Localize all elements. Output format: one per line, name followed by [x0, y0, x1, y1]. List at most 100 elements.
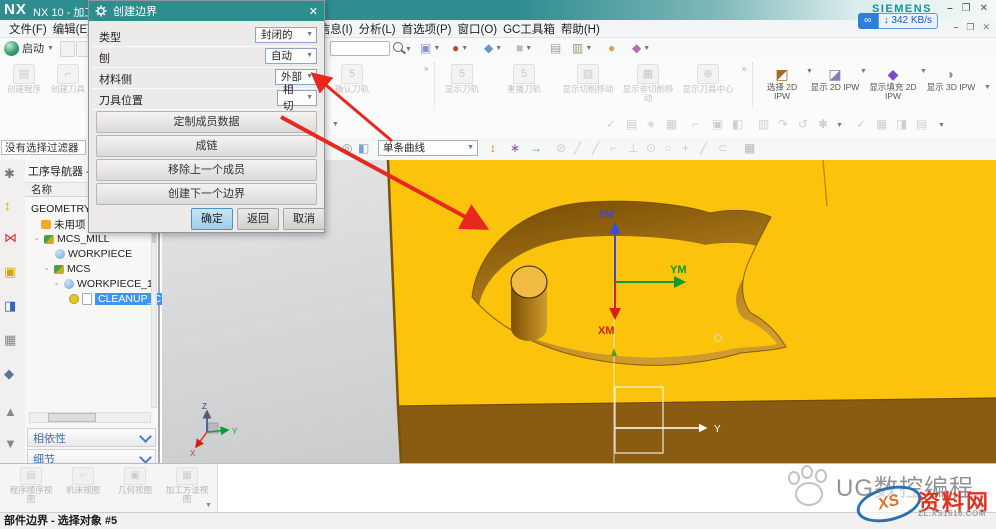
util-icon[interactable]: ▣: [712, 117, 723, 131]
chevron-down-icon[interactable]: ▼: [920, 68, 927, 75]
verify-toolpath-button[interactable]: 5 确认刀轨: [330, 62, 374, 94]
util-icon[interactable]: ✱: [818, 117, 828, 131]
util-icon[interactable]: ↷: [778, 117, 788, 131]
tree-node-unused[interactable]: 未用项: [41, 217, 86, 231]
dependencies-panel-header[interactable]: 相依性: [27, 428, 156, 447]
tree-node-workpiece[interactable]: WORKPIECE: [55, 247, 132, 261]
assembly-navigator-icon[interactable]: ↕: [4, 198, 11, 213]
command-search-input[interactable]: [330, 41, 390, 56]
snap-icon[interactable]: +: [682, 141, 689, 155]
collapse-icon[interactable]: -: [45, 264, 51, 275]
tree-node-mcs-mill[interactable]: - MCS_MILL: [35, 232, 110, 246]
fit-window-icon[interactable]: ▣▼: [420, 41, 440, 55]
util-icon[interactable]: ∗: [646, 117, 656, 131]
solid-body-icon[interactable]: ◧: [358, 141, 369, 155]
menu-analysis[interactable]: 分析(L): [356, 21, 399, 37]
minimize-icon[interactable]: –: [947, 3, 953, 14]
chevron-down-icon[interactable]: ▼: [860, 68, 867, 75]
util-icon[interactable]: ◧: [732, 117, 743, 131]
chevron-down-icon[interactable]: ▼: [205, 502, 212, 509]
point-constructor-icon[interactable]: ∗: [510, 141, 520, 155]
util-icon[interactable]: ✓: [606, 117, 616, 131]
show-3d-ipw-button[interactable]: ◗ 显示 3D IPW: [926, 62, 976, 92]
cylinder-island-top[interactable]: [511, 266, 547, 298]
chain-button[interactable]: 成链: [96, 135, 317, 157]
group-overflow-mark[interactable]: »: [424, 64, 428, 73]
show-2d-ipw-button[interactable]: ◪ 显示 2D IPW: [810, 62, 860, 92]
type-dropdown[interactable]: 封闭的 ▼: [255, 27, 317, 43]
doc-minimize-icon[interactable]: –: [953, 22, 958, 33]
new-file-icon[interactable]: [60, 41, 75, 57]
close-icon[interactable]: ✕: [980, 3, 988, 14]
view-cube-icon[interactable]: ◆▼: [484, 41, 502, 55]
start-button[interactable]: 启动 ▼: [4, 40, 54, 56]
menu-help[interactable]: 帮助(H): [558, 21, 603, 37]
doc-close-icon[interactable]: ✕: [982, 22, 990, 33]
menu-gc-toolbox[interactable]: GC工具箱: [500, 21, 558, 37]
forward-icon[interactable]: →: [530, 141, 542, 155]
selection-filter-dropdown[interactable]: 没有选择过滤器: [1, 140, 86, 155]
chevron-down-icon[interactable]: ▼: [332, 121, 339, 128]
restore-icon[interactable]: ❐: [962, 3, 971, 14]
face-rule-icon[interactable]: ▦: [744, 141, 755, 155]
chevron-down-icon[interactable]: ▼: [984, 84, 991, 91]
custom-member-data-button[interactable]: 定制成员数据: [96, 111, 317, 133]
snap-icon[interactable]: ╱: [592, 141, 599, 155]
show-noncut-moves-button[interactable]: ▦ 显示非切削移动: [622, 62, 674, 103]
snap-icon[interactable]: ⊘: [556, 141, 566, 155]
show-filled-2d-ipw-button[interactable]: ◆ 显示填充 2D IPW: [866, 62, 920, 101]
settings-gear-icon[interactable]: ✱: [4, 166, 15, 182]
tree-node-mcs[interactable]: - MCS: [45, 262, 90, 276]
tree-node-cleanup[interactable]: CLEANUP_C: [69, 292, 164, 306]
chevron-down-icon[interactable]: ▼: [836, 122, 843, 129]
tool-position-dropdown[interactable]: 相切 ▼: [277, 90, 317, 106]
util-icon[interactable]: ▥: [758, 117, 769, 131]
history-icon[interactable]: ▲: [4, 404, 17, 419]
part-navigator-icon[interactable]: ▣: [4, 264, 16, 280]
chevron-down-icon[interactable]: ▼: [405, 46, 412, 53]
show-cut-moves-button[interactable]: ▨ 显示切削移动: [562, 62, 614, 94]
chevron-down-icon[interactable]: ▼: [806, 68, 813, 75]
group-overflow-mark[interactable]: »: [742, 64, 746, 73]
constraint-navigator-icon[interactable]: ⋈: [4, 230, 17, 246]
tree-horizontal-scrollbar[interactable]: [29, 412, 151, 423]
curve-rule-dropdown[interactable]: 单条曲线 ▼: [378, 140, 478, 156]
tree-node-workpiece-1[interactable]: - WORKPIECE_1: [55, 277, 153, 291]
create-tool-button[interactable]: ⌐ 创建刀具: [46, 62, 90, 94]
display-mode-icon[interactable]: ■▼: [516, 41, 532, 55]
snap-icon[interactable]: ○: [664, 141, 671, 155]
web-browser-icon[interactable]: ◆: [4, 366, 14, 382]
util-icon[interactable]: ◨: [896, 117, 907, 131]
roles-icon[interactable]: ▼: [4, 436, 17, 451]
hd3d-tools-icon[interactable]: ▦: [4, 332, 16, 348]
chevron-down-icon[interactable]: ▼: [938, 122, 945, 129]
collapse-icon[interactable]: -: [35, 234, 41, 245]
snap-icon[interactable]: ⊥: [628, 141, 638, 155]
move-object-icon[interactable]: ●: [608, 41, 615, 55]
create-program-button[interactable]: ▤ 创建程序: [2, 62, 46, 94]
snap-ball-icon[interactable]: ◎: [342, 141, 352, 155]
select-2d-ipw-button[interactable]: ◩ 选择 2D IPW: [758, 62, 806, 101]
replay-toolpath-button[interactable]: 5 重播刀轨: [502, 62, 546, 94]
snap-icon[interactable]: ╱: [574, 141, 581, 155]
util-icon[interactable]: ▤: [626, 117, 637, 131]
doc-restore-icon[interactable]: ❐: [966, 22, 974, 33]
render-style-icon[interactable]: ●▼: [452, 41, 468, 55]
snap-icon[interactable]: ⊂: [718, 141, 728, 155]
snap-icon[interactable]: ⌐: [610, 141, 617, 155]
menu-window[interactable]: 窗口(O): [454, 21, 500, 37]
menu-preferences[interactable]: 首选项(P): [399, 21, 455, 37]
show-tool-center-button[interactable]: ⊕ 显示刀具中心: [682, 62, 734, 94]
plane-dropdown[interactable]: 自动 ▼: [265, 48, 317, 64]
util-icon[interactable]: ↺: [798, 117, 808, 131]
dialog-close-icon[interactable]: ✕: [309, 5, 318, 18]
back-button[interactable]: 返回: [237, 208, 279, 230]
block-front-face[interactable]: [398, 398, 996, 463]
snap-view-icon[interactable]: ◆▼: [632, 41, 650, 55]
new-sheet-icon[interactable]: ▤: [550, 41, 561, 55]
geometry-view-button[interactable]: ▣ 几何视图: [110, 466, 160, 513]
ok-button[interactable]: 确定: [191, 208, 233, 230]
dialog-titlebar[interactable]: 创建边界 ✕: [89, 1, 324, 21]
tree-node-geometry[interactable]: GEOMETRY: [31, 202, 91, 216]
collapse-icon[interactable]: -: [55, 279, 61, 290]
